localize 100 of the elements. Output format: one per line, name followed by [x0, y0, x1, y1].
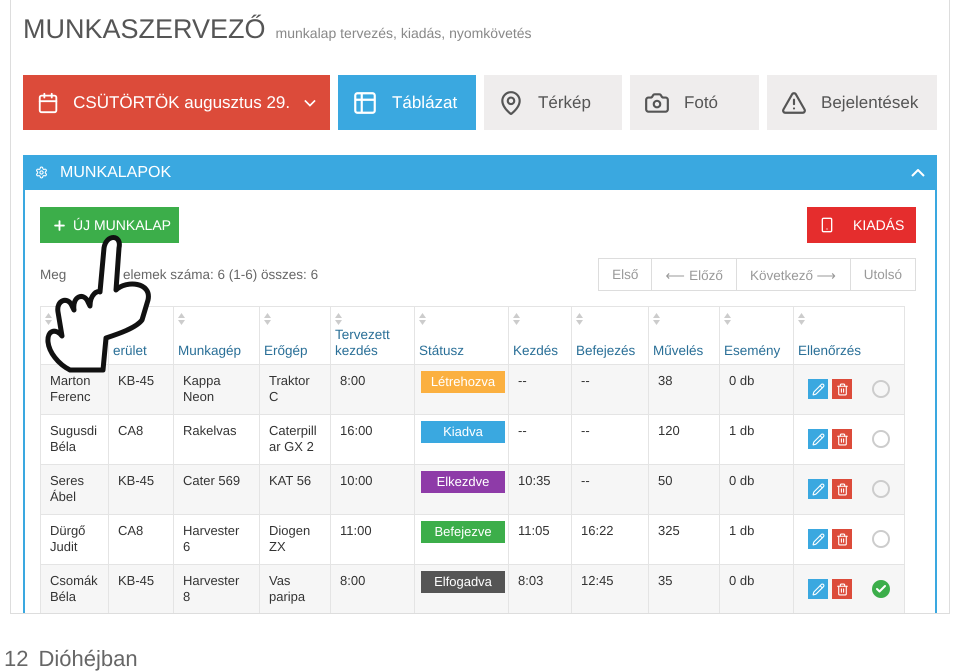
pager-button[interactable]: Utolsó	[850, 259, 915, 290]
item-count-text: elemek száma: 6 (1-6) összes: 6	[123, 267, 318, 282]
table-cell: --	[518, 373, 527, 388]
pencil-icon	[812, 382, 824, 396]
table-cell: Rakelvas	[183, 423, 236, 438]
table-cell: Caterpillar GX 2	[269, 423, 317, 454]
sort-icon[interactable]	[335, 313, 342, 325]
table-cell: Traktor C	[269, 373, 310, 404]
table-cell: --	[581, 423, 590, 438]
sort-icon[interactable]	[798, 313, 805, 325]
table-cell: 0 db	[729, 473, 754, 488]
table-cell: Vas paripa	[269, 573, 306, 604]
sort-icon[interactable]	[45, 313, 52, 325]
trash-icon	[836, 382, 848, 396]
table-cell: Harvester 8	[183, 573, 240, 604]
table-cell: 11:05	[518, 523, 550, 538]
app-title: MUNKASZERVEZŐ	[23, 14, 266, 45]
page-number: 12	[4, 646, 28, 672]
edit-button[interactable]	[808, 579, 828, 599]
check-toggle[interactable]	[872, 530, 890, 548]
status-badge: Kiadva	[421, 421, 505, 443]
sort-icon[interactable]	[419, 313, 426, 325]
view-tab[interactable]: Térkép	[484, 75, 622, 130]
trash-icon	[836, 582, 848, 596]
pager-button[interactable]: ⟵ Előző	[651, 259, 736, 290]
settings-icon	[35, 166, 48, 179]
table-cell: 8:00	[340, 373, 366, 388]
sort-icon[interactable]	[513, 313, 520, 325]
table-cell: Csomák Béla	[50, 573, 98, 604]
sort-icon[interactable]	[724, 313, 731, 325]
delete-button[interactable]	[832, 379, 852, 399]
table-cell: 325	[658, 523, 680, 538]
plus-icon	[52, 218, 67, 232]
table-cell: 16:00	[340, 423, 373, 438]
edit-button[interactable]	[808, 479, 828, 499]
table-cell: 10:35	[518, 473, 551, 488]
pager-button[interactable]: Következő ⟶	[736, 259, 850, 290]
table-cell: 16:22	[581, 523, 614, 538]
check-toggle[interactable]	[872, 430, 890, 448]
phone-icon	[819, 217, 835, 233]
sort-icon[interactable]	[653, 313, 660, 325]
delete-button[interactable]	[832, 479, 852, 499]
view-tab[interactable]: Bejelentések	[767, 75, 937, 130]
table-cell: --	[518, 423, 527, 438]
panel-title: MUNKALAPOK	[60, 164, 172, 182]
delete-button[interactable]	[832, 429, 852, 449]
trash-icon	[836, 532, 848, 546]
check-icon	[875, 583, 887, 595]
app-subtitle: munkalap tervezés, kiadás, nyomkövetés	[276, 25, 532, 41]
table-cell: 10:00	[340, 473, 373, 488]
table-cell: Dürgő Judit	[50, 523, 86, 554]
collapse-icon[interactable]	[911, 168, 925, 176]
delete-button[interactable]	[832, 579, 852, 599]
table-cell: 38	[658, 373, 672, 388]
sort-icon[interactable]	[576, 313, 583, 325]
issue-button[interactable]: KIADÁS	[807, 207, 916, 243]
table-cell: 8:00	[340, 573, 366, 588]
edit-button[interactable]	[808, 379, 828, 399]
table-cell: 11:00	[340, 523, 372, 538]
table-cell: KB-45	[118, 573, 154, 588]
table-cell: 35	[658, 573, 672, 588]
edit-button[interactable]	[808, 429, 828, 449]
table-icon	[352, 90, 378, 116]
warning-icon	[781, 90, 807, 116]
delete-button[interactable]	[832, 529, 852, 549]
table-cell: CA8	[118, 523, 144, 538]
table-cell: 0 db	[729, 373, 754, 388]
sort-icon[interactable]	[264, 313, 271, 325]
status-badge: Elfogadva	[421, 571, 505, 593]
check-toggle[interactable]	[872, 480, 890, 498]
table-cell: Harvester 6	[183, 523, 240, 554]
date-picker[interactable]: CSÜTÖRTÖK augusztus 29.	[23, 75, 330, 130]
pager-button[interactable]: Első	[599, 259, 652, 290]
sort-icon[interactable]	[178, 313, 185, 325]
table-cell: 1 db	[729, 523, 754, 538]
status-badge: Elkezdve	[421, 471, 505, 493]
table-cell: KB-45	[118, 473, 154, 488]
table-cell: Kappa Neon	[183, 373, 221, 404]
table-cell: Seres Ábel	[50, 473, 84, 504]
table-cell: KAT 56	[269, 473, 312, 488]
pencil-icon	[812, 482, 824, 496]
check-toggle[interactable]	[872, 580, 890, 598]
edit-button[interactable]	[808, 529, 828, 549]
chevron-down-icon[interactable]	[304, 98, 316, 106]
new-worksheet-button[interactable]: ÚJ MUNKALAP	[40, 207, 180, 243]
table-cell: KB-45	[118, 373, 154, 388]
table-cell: --	[581, 473, 590, 488]
table-cell: Marton Ferenc	[50, 373, 90, 404]
table-cell: 50	[658, 473, 672, 488]
table-cell: 8:03	[518, 573, 544, 588]
status-badge: Befejezve	[421, 521, 505, 543]
trash-icon	[836, 432, 848, 446]
table-cell: 1 db	[729, 423, 754, 438]
check-toggle[interactable]	[872, 380, 890, 398]
view-tab[interactable]: Fotó	[630, 75, 759, 130]
pencil-icon	[812, 532, 824, 546]
status-badge: Létrehozva	[421, 371, 505, 393]
table-cell: 120	[658, 423, 680, 438]
trash-icon	[836, 482, 848, 496]
table-cell: 12:45	[581, 573, 614, 588]
